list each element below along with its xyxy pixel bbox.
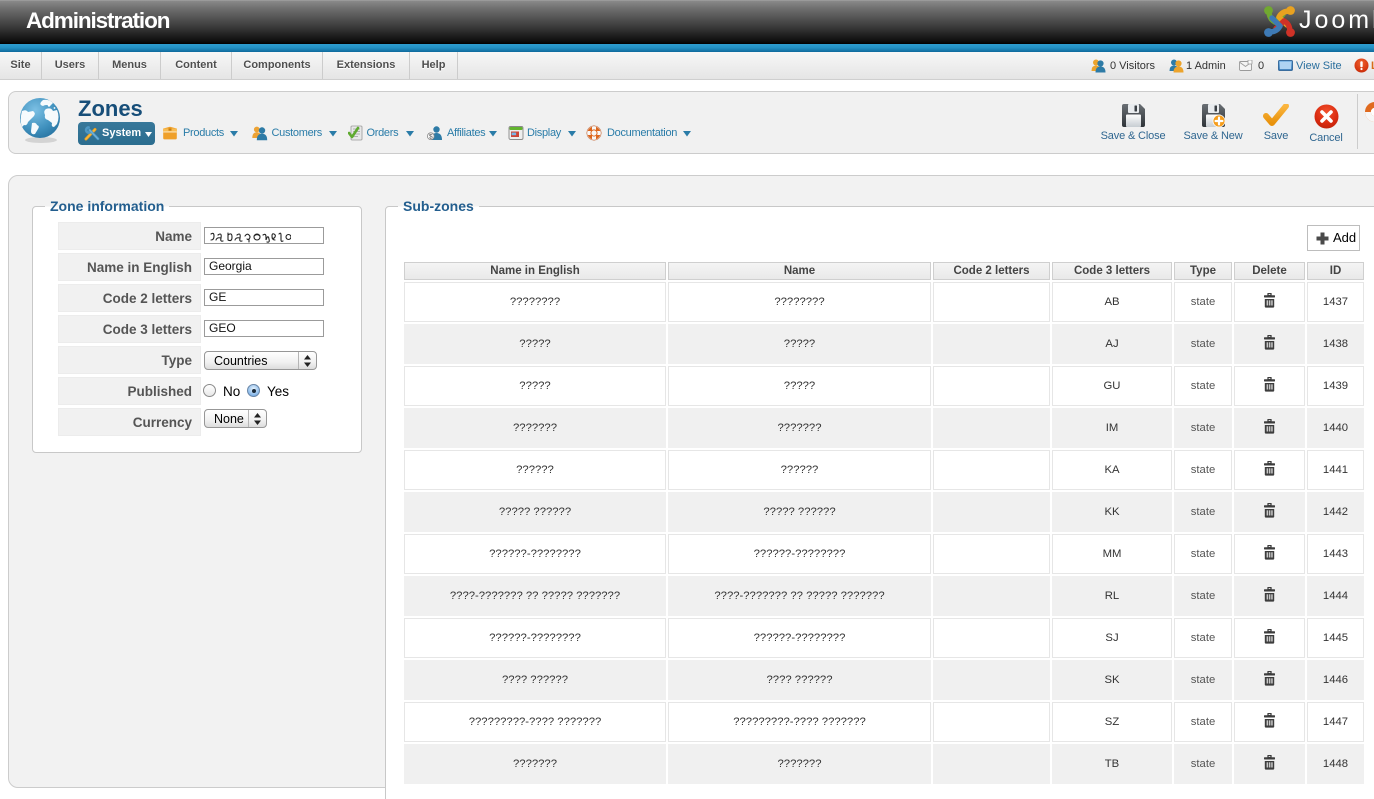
- svg-text:$: $: [429, 133, 433, 140]
